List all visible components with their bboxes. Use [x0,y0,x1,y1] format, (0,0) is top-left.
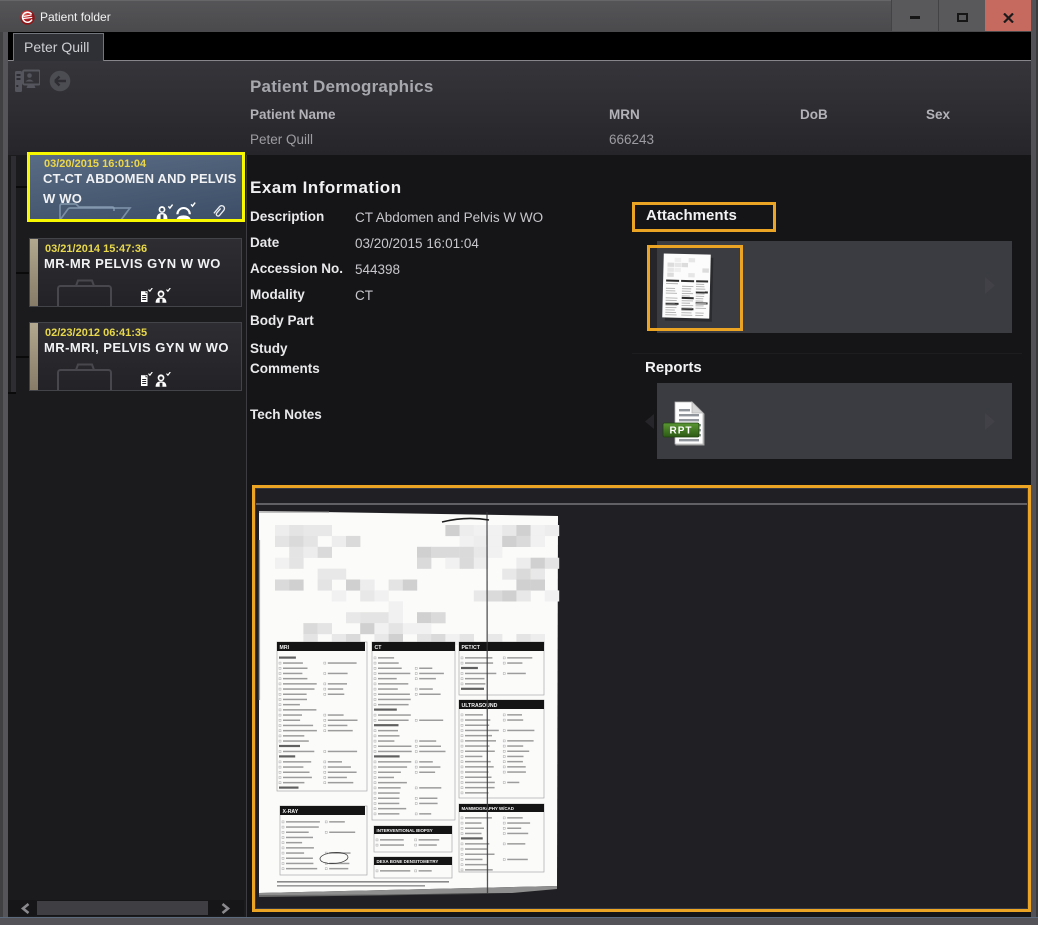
svg-text:ULTRASOUND: ULTRASOUND [462,703,498,709]
svg-text:X-RAY: X-RAY [283,809,299,815]
svg-text:MRI: MRI [280,645,290,651]
svg-text:RPT: RPT [670,426,693,437]
svg-text:INTERVENTIONAL BIOPSY: INTERVENTIONAL BIOPSY [377,828,433,833]
svg-text:CT: CT [375,645,383,651]
svg-text:PET/CT: PET/CT [462,645,481,651]
svg-text:DEXA BONE DENSITOMETRY: DEXA BONE DENSITOMETRY [377,859,439,864]
